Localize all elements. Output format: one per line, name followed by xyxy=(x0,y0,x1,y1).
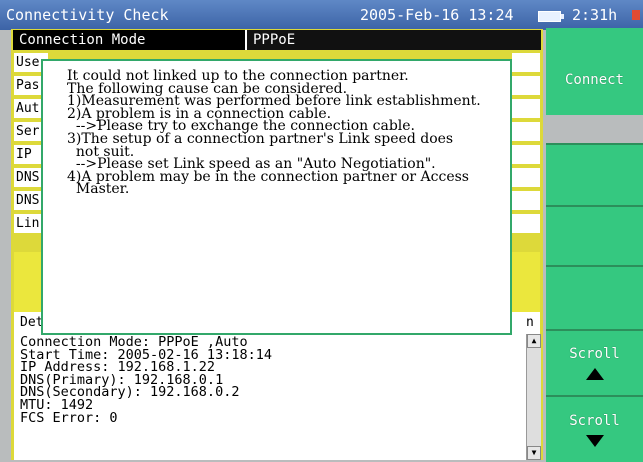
softkey-blank-2[interactable] xyxy=(546,143,643,205)
title-bar: Connectivity Check 2005-Feb-16 13:24 2:3… xyxy=(0,0,643,30)
connect-button-label: Connect xyxy=(564,72,624,88)
record-indicator-icon xyxy=(632,10,640,20)
dialog-line: 4)A problem may be in the connection par… xyxy=(67,168,469,185)
dialog-line: Master. xyxy=(67,181,130,198)
softkey-blank-4[interactable] xyxy=(546,265,643,329)
up-arrow-icon xyxy=(585,368,604,380)
setting-value-user[interactable] xyxy=(512,53,540,72)
detail-header-right: n xyxy=(526,315,534,330)
scroll-up-arrow-icon[interactable]: ▲ xyxy=(527,334,541,348)
down-arrow-icon xyxy=(585,434,604,447)
connection-mode-value[interactable]: PPPoE xyxy=(245,30,541,50)
battery-icon xyxy=(538,11,564,22)
battery-time: 2:31h xyxy=(572,6,618,24)
setting-value-ip[interactable] xyxy=(512,145,540,164)
setting-value-password[interactable] xyxy=(512,76,540,95)
detail-header-label: Det xyxy=(20,315,44,330)
connect-button[interactable]: Connect xyxy=(546,28,643,143)
setting-value-link[interactable] xyxy=(512,214,540,233)
scroll-up-label: Scroll xyxy=(569,346,620,362)
scroll-down-arrow-icon[interactable]: ▼ xyxy=(527,446,541,460)
datetime: 2005-Feb-16 13:24 xyxy=(360,6,514,24)
scroll-down-button[interactable]: Scroll xyxy=(546,395,643,462)
connection-mode-label: Connection Mode xyxy=(19,32,146,48)
detail-line: DNS(Secondary): 192.168.0.2 xyxy=(20,384,240,401)
detail-log[interactable]: Connection Mode: PPPoE ,Auto Start Time:… xyxy=(14,334,526,460)
window-title: Connectivity Check xyxy=(6,6,169,24)
setting-value-dns-primary[interactable] xyxy=(512,168,540,187)
setting-value-dns-secondary[interactable] xyxy=(512,191,540,210)
scroll-up-button[interactable]: Scroll xyxy=(546,329,643,395)
setting-value-server[interactable] xyxy=(512,122,540,141)
setting-value-auth[interactable] xyxy=(512,99,540,118)
detail-line: FCS Error: 0 xyxy=(20,409,118,426)
detail-scrollbar[interactable]: ▲ ▼ xyxy=(526,334,541,460)
softkey-blank-3[interactable] xyxy=(546,205,643,265)
scroll-down-label: Scroll xyxy=(569,412,620,429)
error-dialog: It could not linked up to the connection… xyxy=(41,59,512,335)
connection-mode-row[interactable]: Connection Mode PPPoE xyxy=(13,30,541,50)
